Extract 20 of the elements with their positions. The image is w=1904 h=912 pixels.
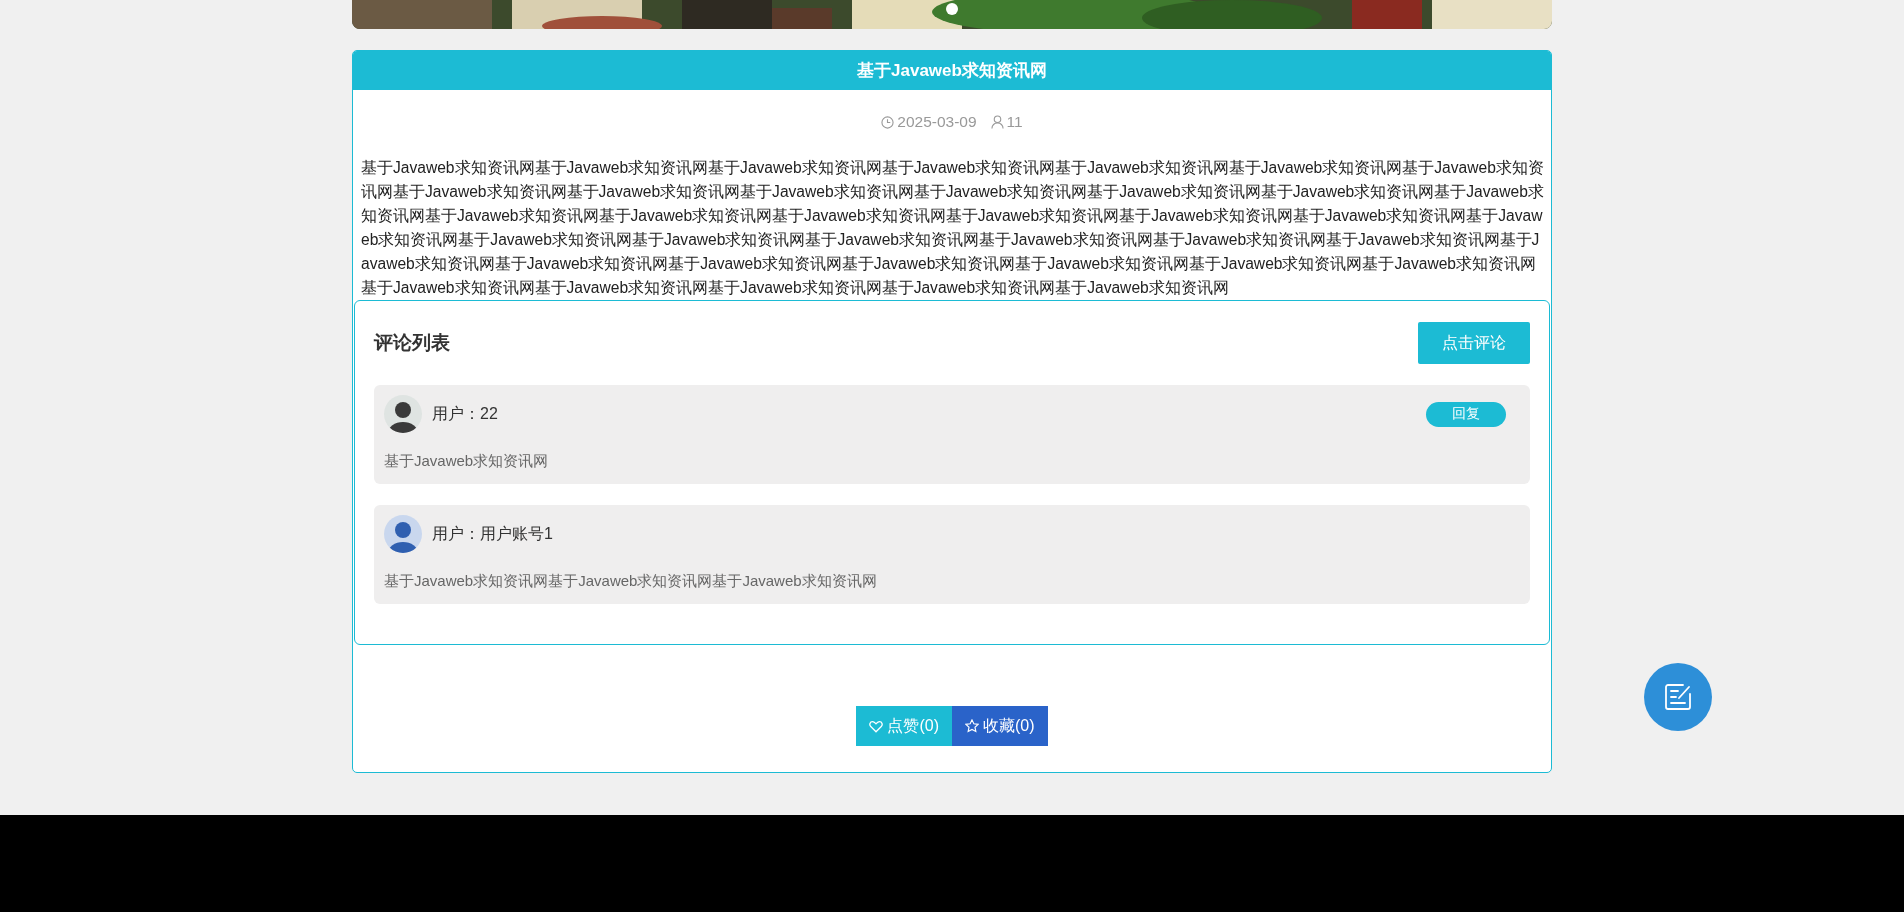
comment-user: 用户：用户账号1: [432, 523, 554, 544]
article-title: 基于Javaweb求知资讯网: [353, 51, 1551, 90]
comment-text: 基于Javaweb求知资讯网基于Javaweb求知资讯网基于Javaweb求知资讯网: [384, 571, 878, 591]
avatar-icon: [384, 515, 422, 553]
comment-user: 用户：22: [432, 403, 499, 424]
article-body: 基于Javaweb求知资讯网基于Javaweb求知资讯网基于Javaweb求知资讯网基于Javaweb求知资讯网基于Javaweb求知资讯网基于Javaweb求知资讯网基于Javaweb求知资讯网基于Javaweb求知资讯网基于Javaweb求知资讯网基于Javaweb求知资讯网基于Javaweb求知资讯网基于Javaweb求知资讯网基于Javaweb求知资讯网基于Javaweb求知资讯网基于Javaweb求知资讯网基于Javaweb求知资讯网基于Javaweb求知资讯网基于Javaweb求知资讯网基于Javaweb求知资讯网基于Javaweb求知资讯网基于Javaweb求知资讯网基于Javaweb求知资讯网基于Javaweb求知资讯网基于Javaweb求知资讯网基于Javaweb求知资讯网基于Javaweb求知资讯网基于Javaweb求知资讯网基于Javaweb求知资讯网基于Javaweb求知资讯网基于Javaweb求知资讯网基于Javaweb求知资讯网基于Javaweb求知资讯网基于Javaweb求知资讯网基于Javaweb求知资讯网基于Javaweb求知资讯网基于Javaweb求知资讯网基于Javaweb求知资讯网基于Javaweb求知资讯网基于Javaweb求知资讯网: [361, 158, 1545, 298]
edit-icon: [1663, 682, 1693, 712]
user-icon: [990, 115, 1004, 129]
view-count: 11: [1006, 112, 1023, 132]
favorite-button[interactable]: 收藏(0): [952, 706, 1048, 746]
star-icon: [965, 719, 979, 733]
clock-icon: [881, 115, 895, 129]
avatar-icon: [384, 395, 422, 433]
reply-button[interactable]: 回复: [1426, 401, 1506, 427]
heart-icon: [869, 719, 884, 733]
comment-text: 基于Javaweb求知资讯网: [384, 451, 550, 471]
add-comment-button[interactable]: 点击评论: [1418, 322, 1530, 364]
like-button[interactable]: 点赞(0): [856, 706, 952, 746]
comments-heading: 评论列表: [374, 331, 450, 355]
publish-date: 2025-03-09: [897, 112, 977, 132]
